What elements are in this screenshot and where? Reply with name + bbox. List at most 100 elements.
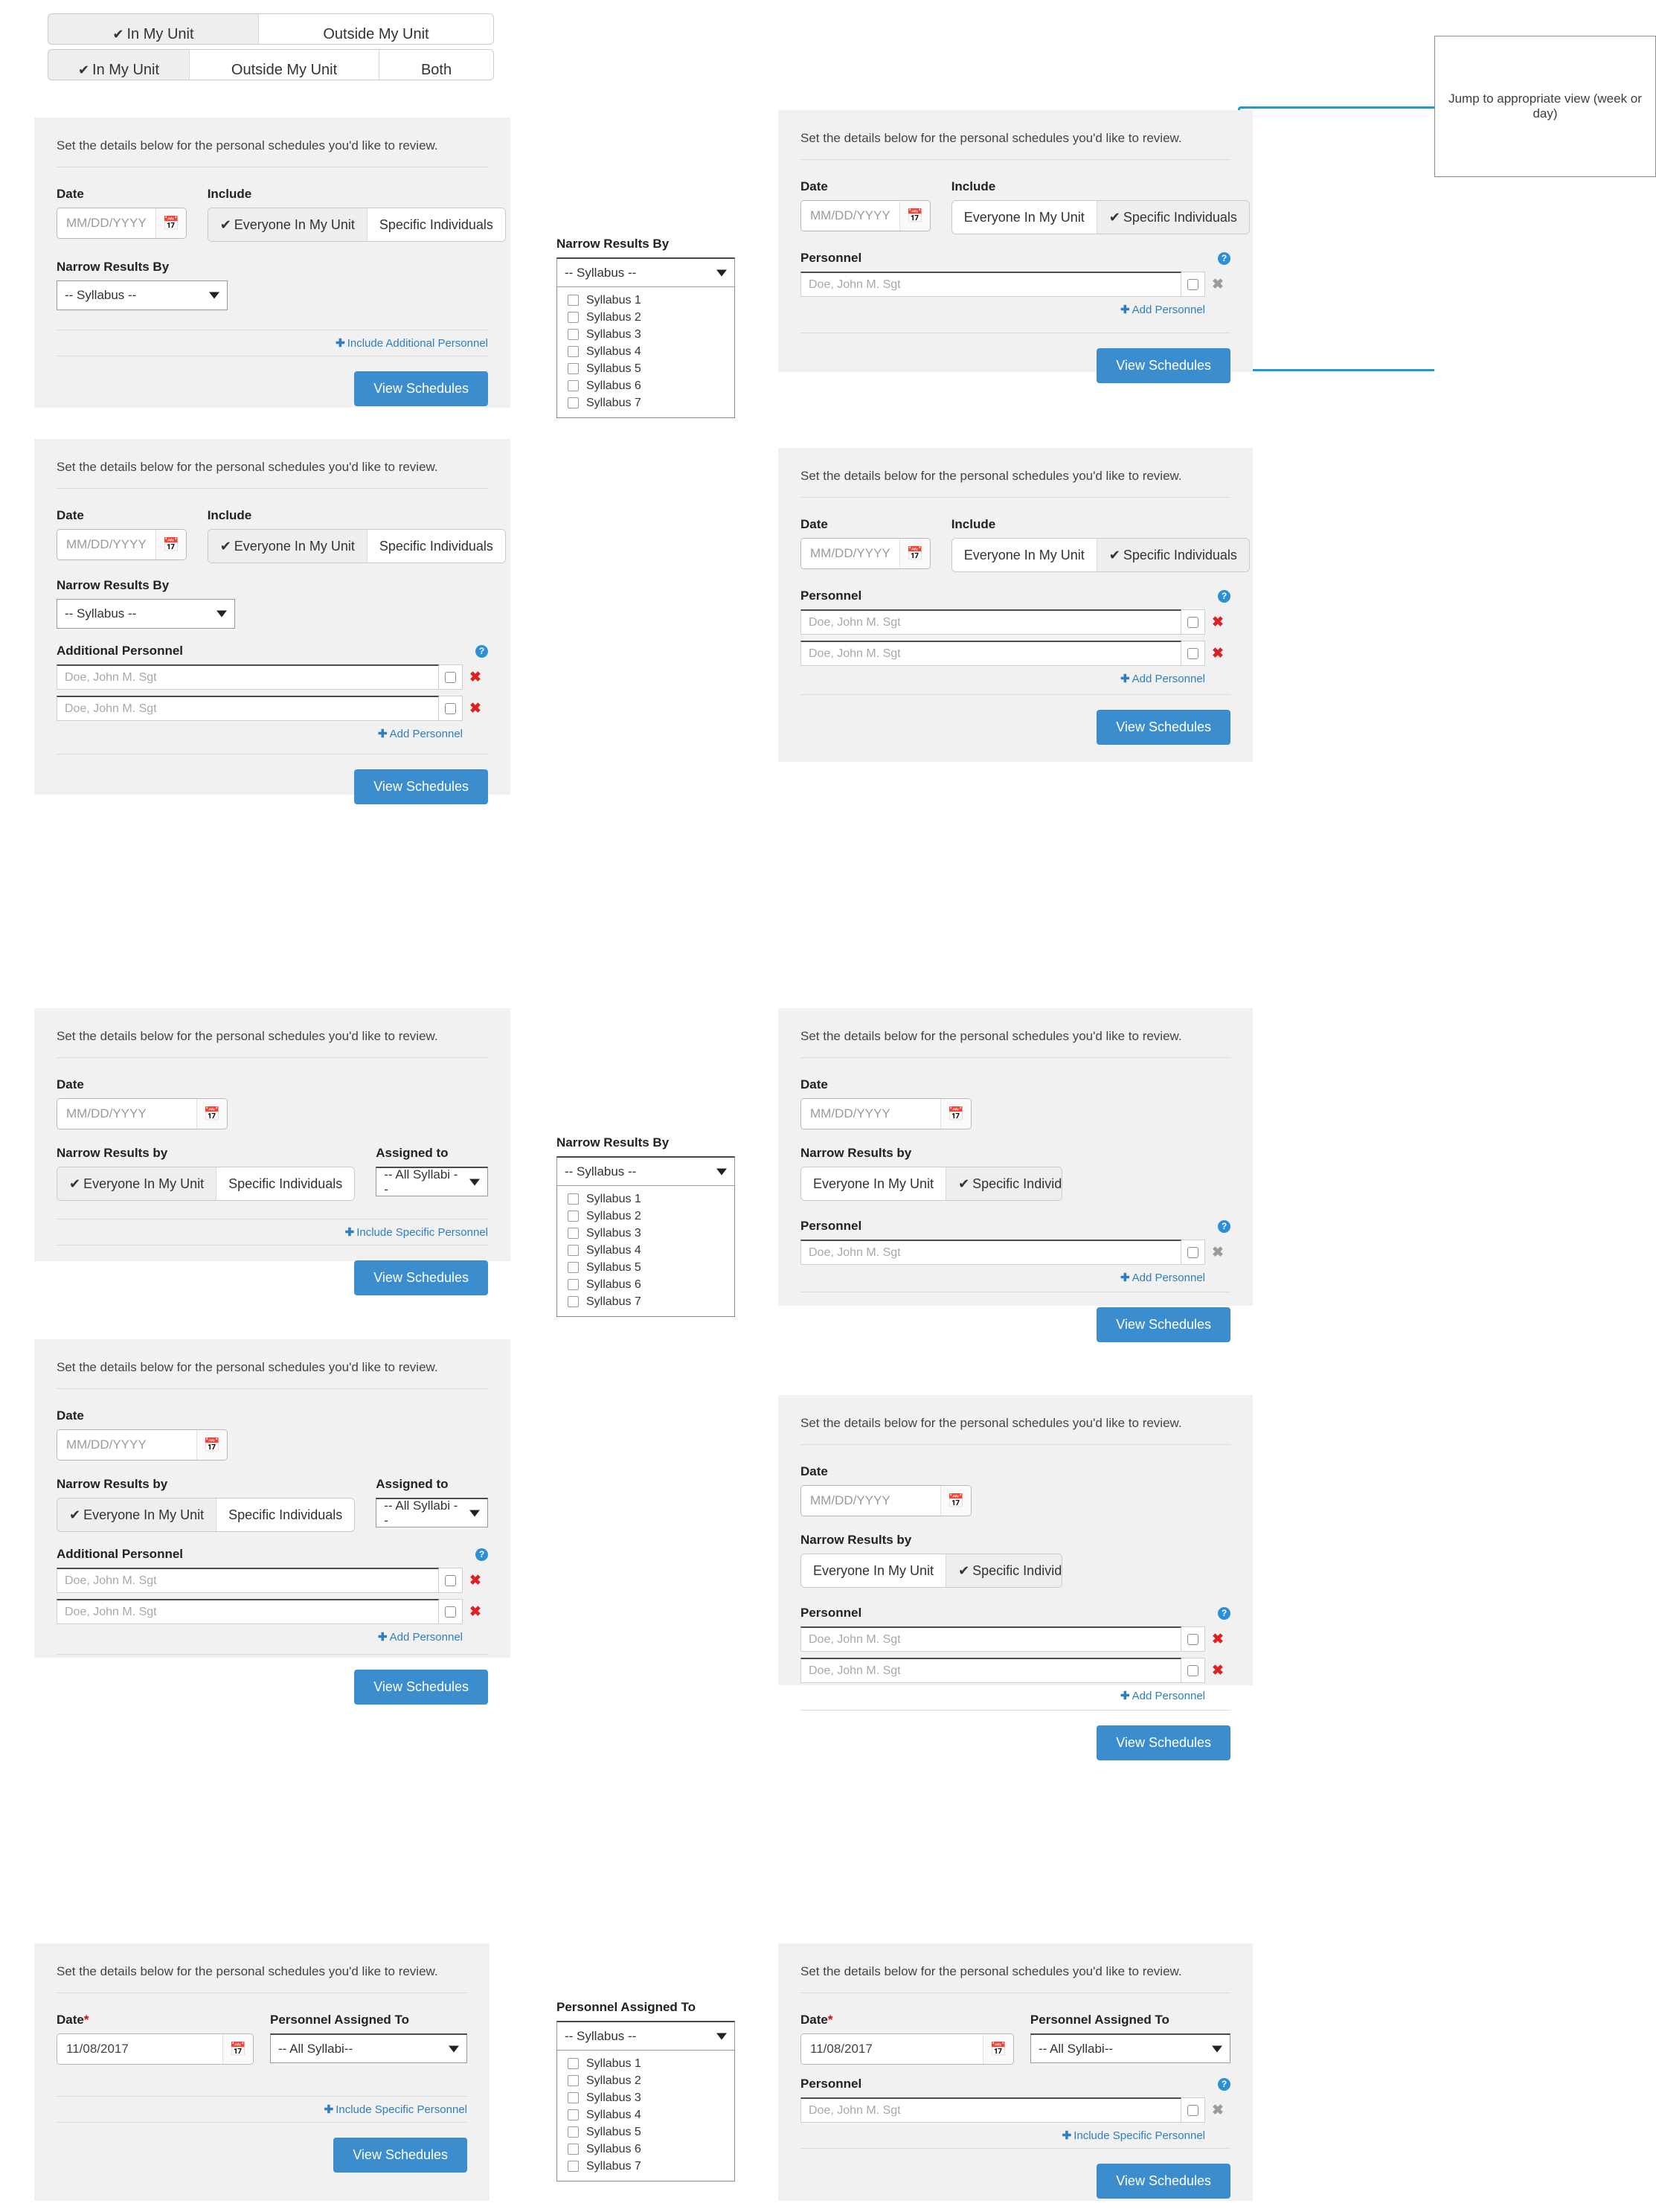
date-input[interactable]: MM/DD/YYYY 📅	[57, 1429, 228, 1461]
narrow-option-everyone[interactable]: ✔ Everyone In My Unit	[57, 1167, 217, 1200]
personnel-input[interactable]: Doe, John M. Sgt	[800, 641, 1181, 666]
list-item[interactable]: Syllabus 7	[557, 1293, 734, 1310]
remove-personnel-icon[interactable]: ✖	[1205, 276, 1230, 293]
date-input[interactable]: MM/DD/YYYY 📅	[57, 529, 187, 560]
view-schedules-button[interactable]: View Schedules	[1097, 2164, 1230, 2199]
help-icon[interactable]: ?	[475, 644, 488, 658]
include-toggle[interactable]: Everyone In My Unit ✔ Specific Individual…	[951, 538, 1250, 572]
checkbox-icon[interactable]	[568, 1193, 579, 1205]
toggle3-option-in-my-unit[interactable]: ✔ In My Unit	[48, 50, 190, 80]
checkbox-icon[interactable]	[568, 2109, 579, 2120]
narrow-results-toggle[interactable]: Everyone In My Unit ✔Specific Individual…	[800, 1167, 1062, 1201]
checkbox-icon[interactable]	[568, 2075, 579, 2086]
personnel-input[interactable]: Doe, John M. Sgt	[57, 696, 439, 721]
date-input[interactable]: 11/08/2017 📅	[57, 2033, 254, 2065]
date-input[interactable]: MM/DD/YYYY 📅	[800, 1485, 972, 1516]
assigned-to-select[interactable]: -- All Syllabi --	[376, 1167, 488, 1196]
add-personnel-link[interactable]: ✚ Add Personnel	[378, 727, 463, 740]
view-schedules-button[interactable]: View Schedules	[1097, 1307, 1230, 1342]
include-option-everyone[interactable]: Everyone In My Unit	[951, 201, 1097, 234]
remove-personnel-icon[interactable]: ✖	[1205, 1244, 1230, 1261]
date-input[interactable]: MM/DD/YYYY 📅	[800, 538, 931, 569]
list-item[interactable]: Syllabus 2	[557, 309, 734, 326]
list-item[interactable]: Syllabus 3	[557, 2089, 734, 2106]
add-personnel-link[interactable]: ✚ Add Personnel	[1120, 1271, 1205, 1284]
syllabus-option-list[interactable]: Syllabus 1 Syllabus 2 Syllabus 3 Syllabu…	[556, 2051, 735, 2181]
narrow-results-toggle[interactable]: Everyone In My Unit ✔Specific Individual…	[800, 1554, 1062, 1588]
syllabus-option-list[interactable]: Syllabus 1 Syllabus 2 Syllabus 3 Syllabu…	[556, 1186, 735, 1317]
personnel-input[interactable]: Doe, John M. Sgt	[57, 1599, 439, 1624]
personnel-input[interactable]: Doe, John M. Sgt	[57, 664, 439, 690]
checkbox-icon[interactable]	[568, 2144, 579, 2155]
add-personnel-link[interactable]: ✚ Add Personnel	[1120, 303, 1205, 316]
toggle-option-outside-my-unit[interactable]: Outside My Unit	[258, 14, 493, 44]
calendar-icon[interactable]: 📅	[899, 201, 930, 231]
personnel-checkbox[interactable]	[439, 1599, 463, 1624]
narrow-option-everyone[interactable]: Everyone In My Unit	[801, 1554, 947, 1587]
checkbox-icon[interactable]	[568, 1211, 579, 1222]
calendar-icon[interactable]: 📅	[982, 2034, 1013, 2064]
calendar-icon[interactable]: 📅	[155, 530, 186, 560]
include-additional-personnel-link[interactable]: ✚ Include Additional Personnel	[336, 336, 488, 350]
checkbox-icon[interactable]	[568, 2126, 579, 2138]
date-input[interactable]: MM/DD/YYYY 📅	[57, 1098, 228, 1129]
date-input[interactable]: MM/DD/YYYY 📅	[57, 208, 187, 239]
calendar-icon[interactable]: 📅	[940, 1099, 971, 1129]
checkbox-icon[interactable]	[568, 2058, 579, 2069]
toggle-option-in-my-unit[interactable]: ✔ In My Unit	[48, 14, 259, 44]
include-toggle[interactable]: Everyone In My Unit ✔ Specific Individual…	[951, 200, 1250, 234]
list-item[interactable]: Syllabus 7	[557, 394, 734, 411]
include-option-specific[interactable]: ✔ Specific Individuals	[1097, 539, 1249, 571]
personnel-input[interactable]: Doe, John M. Sgt	[57, 1568, 439, 1593]
syllabus-select[interactable]: -- Syllabus --	[556, 257, 735, 287]
syllabus-select[interactable]: -- Syllabus --	[556, 2021, 735, 2051]
remove-personnel-icon[interactable]: ✖	[1205, 645, 1230, 662]
view-schedules-button[interactable]: View Schedules	[333, 2138, 467, 2173]
personnel-input[interactable]: Doe, John M. Sgt	[800, 1240, 1181, 1265]
checkbox-icon[interactable]	[568, 397, 579, 408]
view-schedules-button[interactable]: View Schedules	[1097, 1725, 1230, 1760]
checkbox-icon[interactable]	[568, 1228, 579, 1239]
checkbox-icon[interactable]	[568, 380, 579, 391]
add-personnel-link[interactable]: ✚ Add Personnel	[378, 1630, 463, 1644]
list-item[interactable]: Syllabus 1	[557, 1190, 734, 1208]
checkbox-icon[interactable]	[568, 295, 579, 306]
add-personnel-link[interactable]: ✚ Add Personnel	[1120, 672, 1205, 685]
view-schedules-button[interactable]: View Schedules	[354, 1260, 488, 1295]
list-item[interactable]: Syllabus 1	[557, 2055, 734, 2072]
date-input[interactable]: 11/08/2017 📅	[800, 2033, 1014, 2065]
personnel-checkbox[interactable]	[1181, 1626, 1205, 1652]
checkbox-icon[interactable]	[568, 2092, 579, 2103]
calendar-icon[interactable]: 📅	[940, 1486, 971, 1516]
remove-personnel-icon[interactable]: ✖	[1205, 614, 1230, 631]
personnel-input[interactable]: Doe, John M. Sgt	[800, 1658, 1181, 1683]
calendar-icon[interactable]: 📅	[222, 2034, 253, 2064]
list-item[interactable]: Syllabus 6	[557, 1276, 734, 1293]
personnel-input[interactable]: Doe, John M. Sgt	[800, 1626, 1181, 1652]
view-schedules-button[interactable]: View Schedules	[354, 769, 488, 804]
narrow-option-everyone[interactable]: Everyone In My Unit	[801, 1167, 947, 1200]
include-toggle[interactable]: ✔ Everyone In My Unit Specific Individual…	[207, 208, 506, 242]
list-item[interactable]: Syllabus 2	[557, 1208, 734, 1225]
checkbox-icon[interactable]	[568, 1296, 579, 1307]
remove-personnel-icon[interactable]: ✖	[463, 700, 488, 717]
view-schedules-button[interactable]: View Schedules	[354, 1670, 488, 1705]
list-item[interactable]: Syllabus 7	[557, 2158, 734, 2175]
list-item[interactable]: Syllabus 5	[557, 360, 734, 377]
date-input[interactable]: MM/DD/YYYY 📅	[800, 1098, 972, 1129]
personnel-input[interactable]: Doe, John M. Sgt	[800, 272, 1181, 297]
unit-scope-toggle-two-option[interactable]: ✔ In My Unit Outside My Unit	[48, 13, 494, 45]
list-item[interactable]: Syllabus 6	[557, 377, 734, 394]
calendar-icon[interactable]: 📅	[899, 539, 930, 568]
checkbox-icon[interactable]	[568, 346, 579, 357]
view-schedules-button[interactable]: View Schedules	[1097, 710, 1230, 745]
remove-personnel-icon[interactable]: ✖	[1205, 2102, 1230, 2119]
checkbox-icon[interactable]	[568, 1262, 579, 1273]
view-schedules-button[interactable]: View Schedules	[1097, 348, 1230, 383]
help-icon[interactable]: ?	[1218, 1219, 1230, 1233]
narrow-option-specific[interactable]: ✔Specific Individuals	[946, 1167, 1062, 1200]
remove-personnel-icon[interactable]: ✖	[1205, 1631, 1230, 1648]
include-option-everyone[interactable]: ✔ Everyone In My Unit	[208, 530, 368, 562]
checkbox-icon[interactable]	[568, 1245, 579, 1256]
remove-personnel-icon[interactable]: ✖	[463, 1572, 488, 1589]
